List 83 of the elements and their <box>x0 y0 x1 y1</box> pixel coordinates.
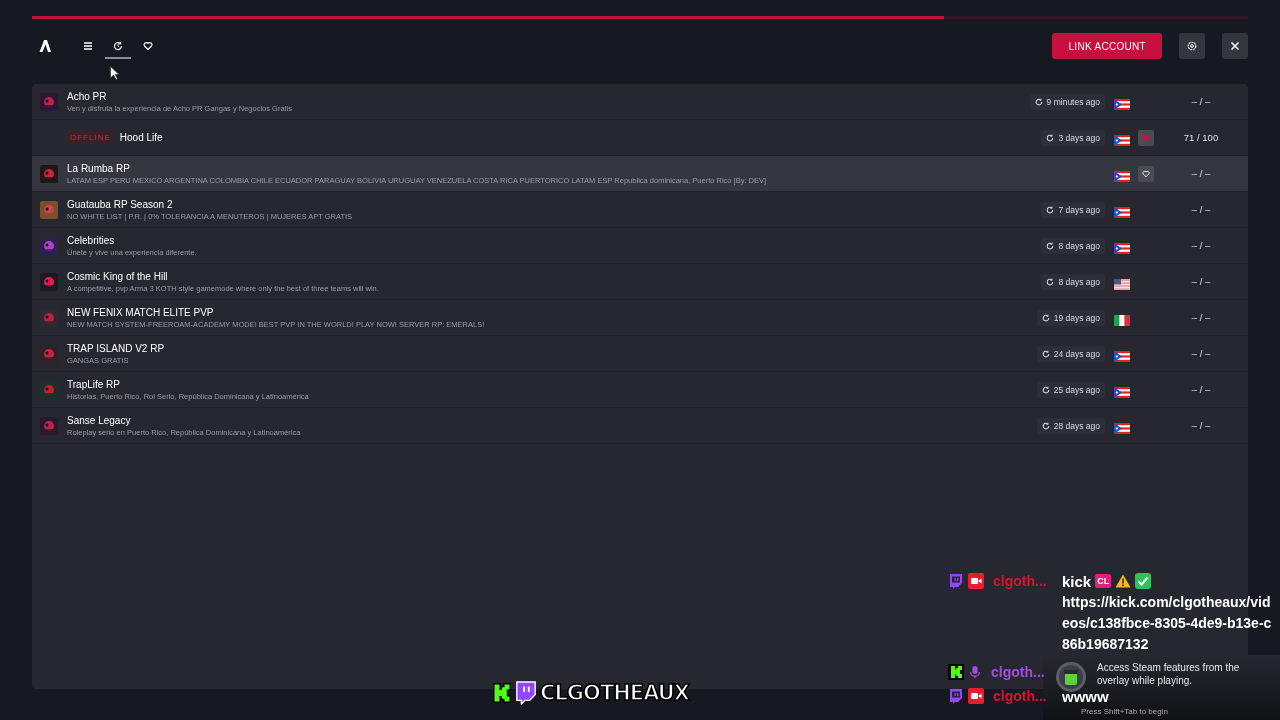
cursor-icon <box>110 66 120 80</box>
flag-icon <box>1114 243 1130 254</box>
check-icon <box>1135 573 1152 589</box>
player-count: – / – <box>1190 204 1212 215</box>
heart-icon <box>1142 133 1150 142</box>
flag-icon <box>1114 387 1130 398</box>
chat-username: clgoth... <box>991 664 1045 680</box>
last-played-time: 19 days ago <box>1053 312 1100 323</box>
last-played-time: 7 days ago <box>1058 204 1100 215</box>
chat-bubble-icon <box>948 688 964 704</box>
notification-text: Access Steam features from the overlay while playing. <box>1097 661 1241 687</box>
history-icon <box>1041 385 1050 394</box>
heart-icon <box>143 41 153 51</box>
chat-username: clgoth... <box>993 573 1047 589</box>
chat-link[interactable]: https://kick.com/clgotheaux/videos/c138fbce-8305-4de9-b13e-c86b19687132 <box>1062 592 1276 655</box>
history-icon <box>1046 277 1055 286</box>
flag-icon <box>1114 171 1130 182</box>
history-icon <box>1034 97 1043 106</box>
settings-icon <box>1187 41 1197 51</box>
flag-icon <box>1114 279 1130 290</box>
player-count: 71 / 100 <box>1182 132 1220 143</box>
chat-username: clgoth... <box>993 688 1047 704</box>
last-played-time: 24 days ago <box>1053 348 1100 359</box>
kick-icon <box>492 681 512 705</box>
close-icon <box>1230 41 1240 51</box>
offline-badge: OFFLINE <box>67 131 114 144</box>
player-count: – / – <box>1190 96 1212 107</box>
chat-bubble-icon <box>515 681 537 705</box>
flag-icon <box>1114 351 1130 362</box>
video-camera-icon <box>968 573 984 589</box>
flag-icon <box>1114 99 1130 110</box>
link-account-button[interactable]: LINK ACCOUNT <box>1052 33 1162 59</box>
last-played-time: 8 days ago <box>1058 276 1100 287</box>
server-name: Hood Life <box>119 132 163 143</box>
logo-icon <box>38 39 52 53</box>
chat-bubble-icon <box>948 573 964 589</box>
heart-icon <box>1142 169 1150 178</box>
history-icon <box>1041 349 1050 358</box>
last-played-time: 8 days ago <box>1058 240 1100 251</box>
last-played-time: 3 days ago <box>1058 132 1100 143</box>
last-played-time: 9 minutes ago <box>1046 96 1100 107</box>
server-name: Guatauba RP Season 2 <box>67 198 173 210</box>
player-count: – / – <box>1190 240 1212 251</box>
close-button[interactable] <box>1222 33 1248 59</box>
emote-badge: CL <box>1095 574 1112 588</box>
server-name: La Rumba RP <box>67 162 130 174</box>
player-count: – / – <box>1190 384 1212 395</box>
history-icon <box>113 41 123 51</box>
server-name: NEW FENIX MATCH ELITE PVP <box>67 306 214 318</box>
avatar-icon <box>1055 661 1087 693</box>
history-icon <box>1046 133 1055 142</box>
warning-icon <box>1115 574 1132 588</box>
server-name: TrapLife RP <box>67 378 120 390</box>
flag-icon <box>1114 315 1130 326</box>
chat-message: wwww <box>1062 687 1109 705</box>
chat-message: kick <box>1062 572 1092 590</box>
server-name: Celebrities <box>67 234 115 246</box>
settings-button[interactable] <box>1179 33 1205 59</box>
server-name: Cosmic King of the Hill <box>67 270 168 282</box>
last-played-time: 25 days ago <box>1053 384 1100 395</box>
streamer-logo: CLGOTHEAUX <box>540 681 689 705</box>
player-count: – / – <box>1190 276 1212 287</box>
player-count: – / – <box>1190 168 1212 179</box>
flag-icon <box>1114 135 1130 146</box>
video-camera-icon <box>968 688 984 704</box>
history-icon <box>1046 241 1055 250</box>
player-count: – / – <box>1190 420 1212 431</box>
notification-hint: Press Shift+Tab to begin <box>1081 707 1169 716</box>
history-icon <box>1041 313 1050 322</box>
flag-icon <box>1114 207 1130 218</box>
menu-icon <box>83 41 93 51</box>
player-count: – / – <box>1190 312 1212 323</box>
history-icon <box>1046 205 1055 214</box>
server-name: TRAP ISLAND V2 RP <box>67 342 165 354</box>
last-played-time: 28 days ago <box>1053 420 1100 431</box>
favorite-button[interactable] <box>1138 165 1154 182</box>
player-count: – / – <box>1190 348 1212 359</box>
history-icon <box>1041 421 1050 430</box>
server-name: Sanse Legacy <box>67 414 131 426</box>
server-name: Acho PR <box>67 90 107 102</box>
flag-icon <box>1114 423 1130 434</box>
kick-icon <box>948 664 964 680</box>
microphone-icon <box>968 664 982 680</box>
